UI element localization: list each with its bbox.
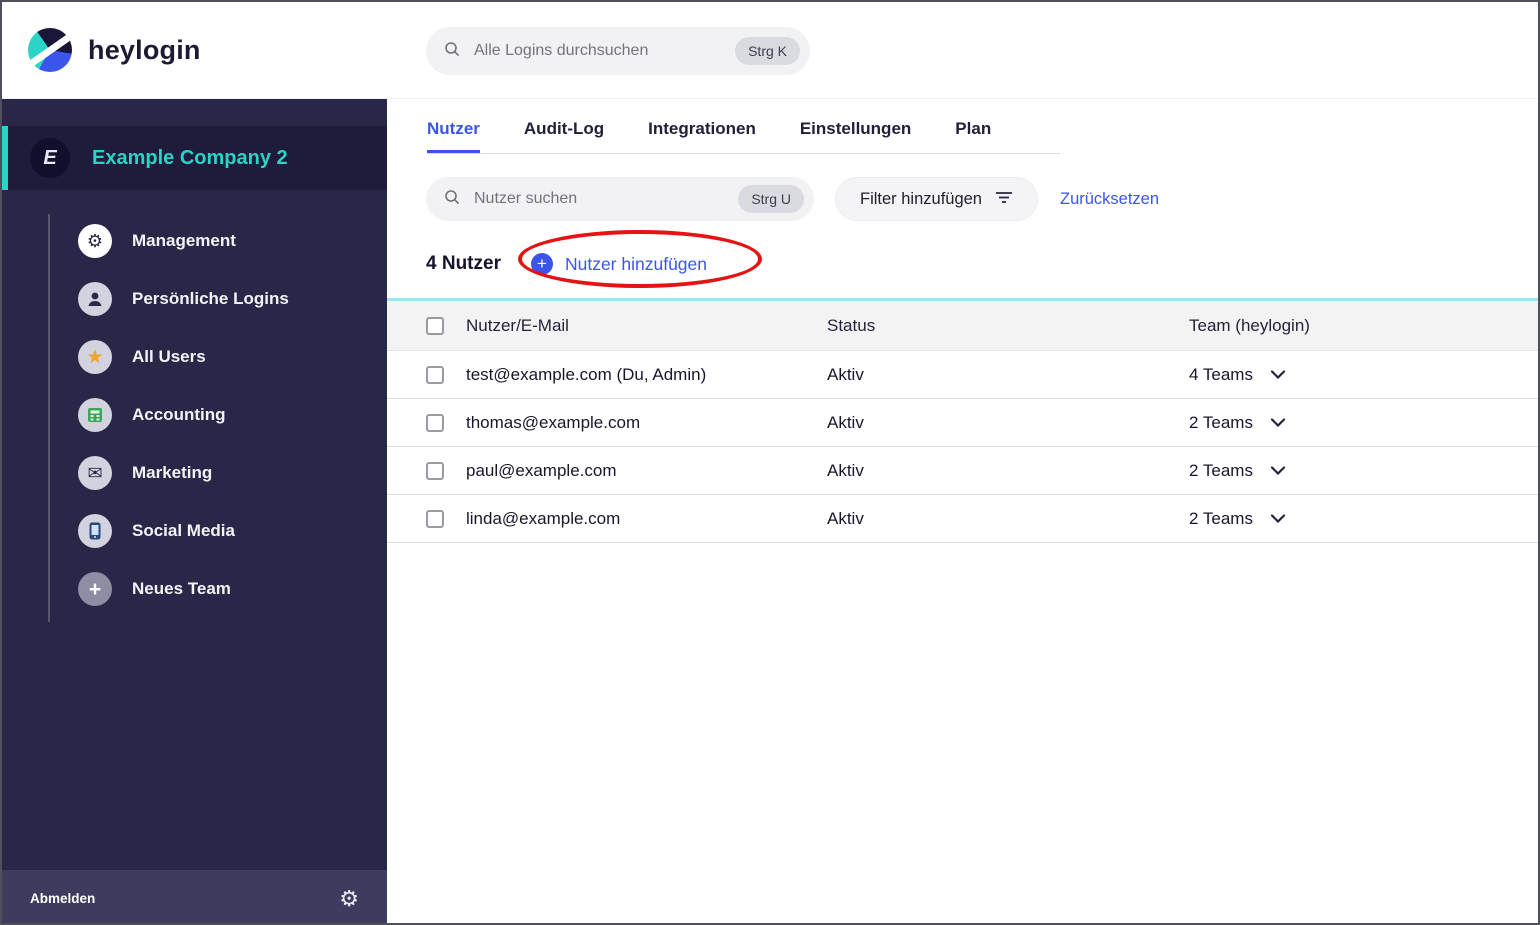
add-user-button[interactable]: + Nutzer hinzufügen [530,253,708,275]
sidebar-nav: ⚙ Management Persönliche Logins ★ All Us… [2,212,387,622]
user-teams: 4 Teams [1189,364,1253,384]
user-status: Aktiv [827,412,864,432]
user-count: 4 Nutzer [426,253,501,274]
tab-bar: Nutzer Audit-Log Integrationen Einstellu… [427,99,1060,154]
add-filter-button[interactable]: Filter hinzufügen [835,177,1038,221]
nav-tree-line [48,214,50,622]
company-logo-icon: E [30,138,70,178]
phone-icon [78,514,112,548]
sidebar-item-label: Persönliche Logins [132,289,289,308]
chevron-down-icon[interactable] [1270,466,1286,475]
company-name: Example Company 2 [92,146,288,169]
select-all-checkbox[interactable] [426,316,444,335]
tab-einstellungen[interactable]: Einstellungen [800,119,911,153]
sidebar-item-new-team[interactable]: + Neues Team [2,560,387,618]
person-icon [78,282,112,316]
chevron-down-icon[interactable] [1270,370,1286,379]
sidebar-item-label: Social Media [132,521,235,540]
global-search-shortcut: Strg K [735,37,800,65]
tab-plan[interactable]: Plan [955,119,991,153]
column-header-team: Team (heylogin) [1189,315,1310,335]
tab-integrationen[interactable]: Integrationen [648,119,756,153]
column-header-status: Status [827,315,876,335]
calculator-icon [78,398,112,432]
add-user-label: Nutzer hinzufügen [564,253,708,274]
tab-nutzer[interactable]: Nutzer [427,119,480,153]
user-count-row: 4 Nutzer + Nutzer hinzufügen [426,253,1538,275]
user-teams: 2 Teams [1189,412,1253,432]
user-status: Aktiv [827,508,864,528]
filter-icon [995,190,1013,209]
table-row[interactable]: linda@example.com Aktiv 2 Teams [387,495,1538,543]
settings-gear-icon[interactable]: ⚙ [339,887,359,910]
main-content: Nutzer Audit-Log Integrationen Einstellu… [387,99,1538,923]
sidebar-footer: Abmelden ⚙ [2,870,387,923]
sidebar-item-label: Marketing [132,463,213,482]
plus-circle-icon: + [530,253,553,275]
sidebar-item-marketing[interactable]: ✉ Marketing [2,444,387,502]
user-email: thomas@example.com [466,412,641,432]
sidebar-item-label: Management [132,231,236,250]
filter-button-label: Filter hinzufügen [860,189,982,208]
user-teams: 2 Teams [1189,508,1253,528]
table-row[interactable]: thomas@example.com Aktiv 2 Teams [387,399,1538,447]
row-checkbox[interactable] [426,413,444,432]
search-icon [444,41,460,62]
search-icon [444,189,460,210]
row-checkbox[interactable] [426,365,444,384]
topbar: heylogin Strg K [2,2,1538,99]
row-checkbox[interactable] [426,461,444,480]
brand-name: heylogin [88,34,201,65]
reset-filters-link[interactable]: Zurücksetzen [1060,190,1159,209]
user-email: paul@example.com [466,460,617,480]
user-search[interactable]: Strg U [426,177,814,221]
table-row[interactable]: test@example.com (Du, Admin) Aktiv 4 Tea… [387,351,1538,399]
sidebar-item-label: Accounting [132,405,226,424]
user-teams: 2 Teams [1189,460,1253,480]
user-search-shortcut: Strg U [738,185,804,213]
global-search[interactable]: Strg K [426,27,810,75]
user-status: Aktiv [827,364,864,384]
row-checkbox[interactable] [426,509,444,528]
global-search-input[interactable] [472,41,736,61]
gear-icon: ⚙ [78,224,112,258]
company-selector[interactable]: E Example Company 2 [2,126,387,190]
users-table: Nutzer/E-Mail Status Team (heylogin) tes… [387,298,1538,543]
star-icon: ★ [78,340,112,374]
heylogin-logo-icon [28,28,72,72]
app-window: heylogin Strg K E Example Company 2 ⚙ Ma… [0,0,1540,925]
user-search-input[interactable] [472,189,739,209]
logout-button[interactable]: Abmelden [30,891,95,906]
user-status: Aktiv [827,460,864,480]
plus-icon: + [78,572,112,606]
sidebar: E Example Company 2 ⚙ Management Persönl… [2,99,387,923]
sidebar-item-personal-logins[interactable]: Persönliche Logins [2,270,387,328]
envelope-icon: ✉ [78,456,112,490]
sidebar-item-social-media[interactable]: Social Media [2,502,387,560]
sidebar-item-all-users[interactable]: ★ All Users [2,328,387,386]
table-row[interactable]: paul@example.com Aktiv 2 Teams [387,447,1538,495]
chevron-down-icon[interactable] [1270,514,1286,523]
sidebar-item-management[interactable]: ⚙ Management [2,212,387,270]
chevron-down-icon[interactable] [1270,418,1286,427]
user-email: linda@example.com [466,508,621,528]
tab-audit-log[interactable]: Audit-Log [524,119,604,153]
table-header-row: Nutzer/E-Mail Status Team (heylogin) [387,301,1538,351]
sidebar-item-accounting[interactable]: Accounting [2,386,387,444]
user-controls: Strg U Filter hinzufügen Zurücksetzen [426,177,1538,221]
sidebar-item-label: All Users [132,347,206,366]
column-header-email: Nutzer/E-Mail [466,315,569,335]
user-email: test@example.com (Du, Admin) [466,364,707,384]
brand: heylogin [28,28,201,72]
sidebar-item-label: Neues Team [132,579,231,598]
